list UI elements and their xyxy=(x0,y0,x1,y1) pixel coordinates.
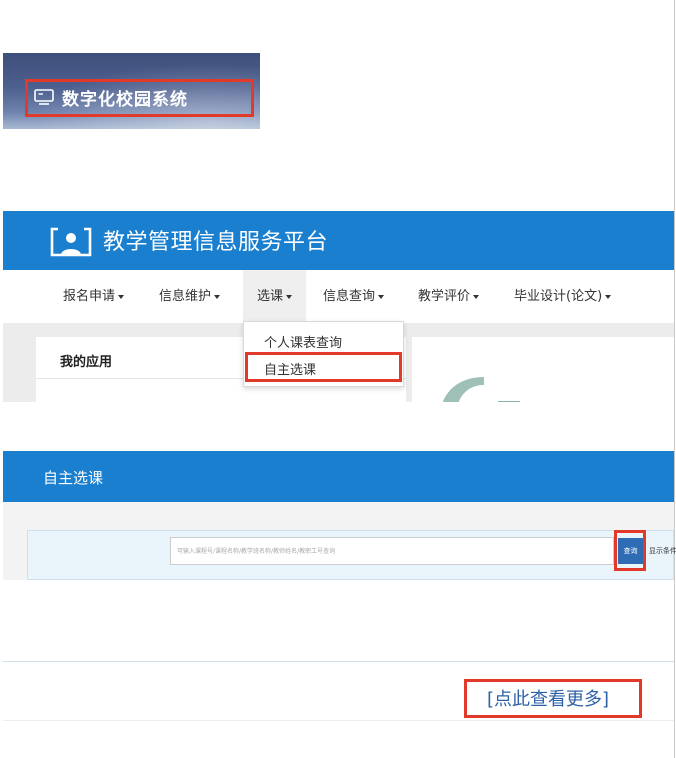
menu-item-self-select-course[interactable]: 自主选课 xyxy=(264,359,316,378)
platform-header: 教学管理信息服务平台 xyxy=(3,211,674,270)
side-panel xyxy=(412,337,674,402)
nav-label: 毕业设计(论文) xyxy=(514,289,603,304)
caret-down-icon xyxy=(286,294,293,299)
campus-system-link[interactable]: 数字化校园系统 xyxy=(34,86,188,110)
section-divider xyxy=(3,661,674,662)
user-monitor-icon xyxy=(50,227,92,257)
search-options-toggle[interactable]: 显示条件 xyxy=(649,546,676,556)
caret-down-icon xyxy=(214,294,221,299)
platform-title: 教学管理信息服务平台 xyxy=(103,230,329,255)
nav-item-teaching-evaluation[interactable]: 教学评价 xyxy=(418,270,480,323)
caret-down-icon xyxy=(473,294,480,299)
nav-label: 教学评价 xyxy=(418,289,471,304)
nav-item-course-selection[interactable]: 选课 xyxy=(243,270,307,323)
course-select-body: 查询 显示条件 xyxy=(3,502,676,580)
nav-item-registration[interactable]: 报名申请 xyxy=(63,270,125,323)
course-select-header: 自主选课 xyxy=(3,451,674,502)
decorative-bar xyxy=(498,401,520,402)
bottom-divider xyxy=(3,720,674,721)
nav-item-info-query[interactable]: 信息查询 xyxy=(323,270,385,323)
caret-down-icon xyxy=(605,294,612,299)
menu-item-personal-timetable[interactable]: 个人课表查询 xyxy=(264,332,342,351)
search-panel: 查询 显示条件 xyxy=(27,530,676,580)
monitor-icon xyxy=(34,89,54,105)
my-apps-title: 我的应用 xyxy=(60,355,113,370)
course-search-input[interactable] xyxy=(170,537,614,565)
campus-system-title: 数字化校园系统 xyxy=(62,89,188,110)
caret-down-icon xyxy=(378,294,385,299)
nav-label: 信息维护 xyxy=(159,289,212,304)
nav-label: 选课 xyxy=(257,289,284,304)
nav-item-info-maintenance[interactable]: 信息维护 xyxy=(159,270,221,323)
nav-item-graduation-thesis[interactable]: 毕业设计(论文) xyxy=(514,270,612,323)
view-more-link[interactable]: [点此查看更多] xyxy=(487,685,609,711)
decorative-arc xyxy=(442,377,484,402)
search-button[interactable]: 查询 xyxy=(618,538,643,564)
page-edge-rule xyxy=(674,0,675,758)
nav-label: 报名申请 xyxy=(63,289,116,304)
nav-label: 信息查询 xyxy=(323,289,376,304)
course-selection-dropdown: 个人课表查询 自主选课 xyxy=(243,321,404,387)
platform-nav: 报名申请 信息维护 选课 信息查询 教学评价 毕业设计(论文) xyxy=(3,270,674,324)
course-select-title: 自主选课 xyxy=(43,469,104,487)
caret-down-icon xyxy=(118,294,125,299)
